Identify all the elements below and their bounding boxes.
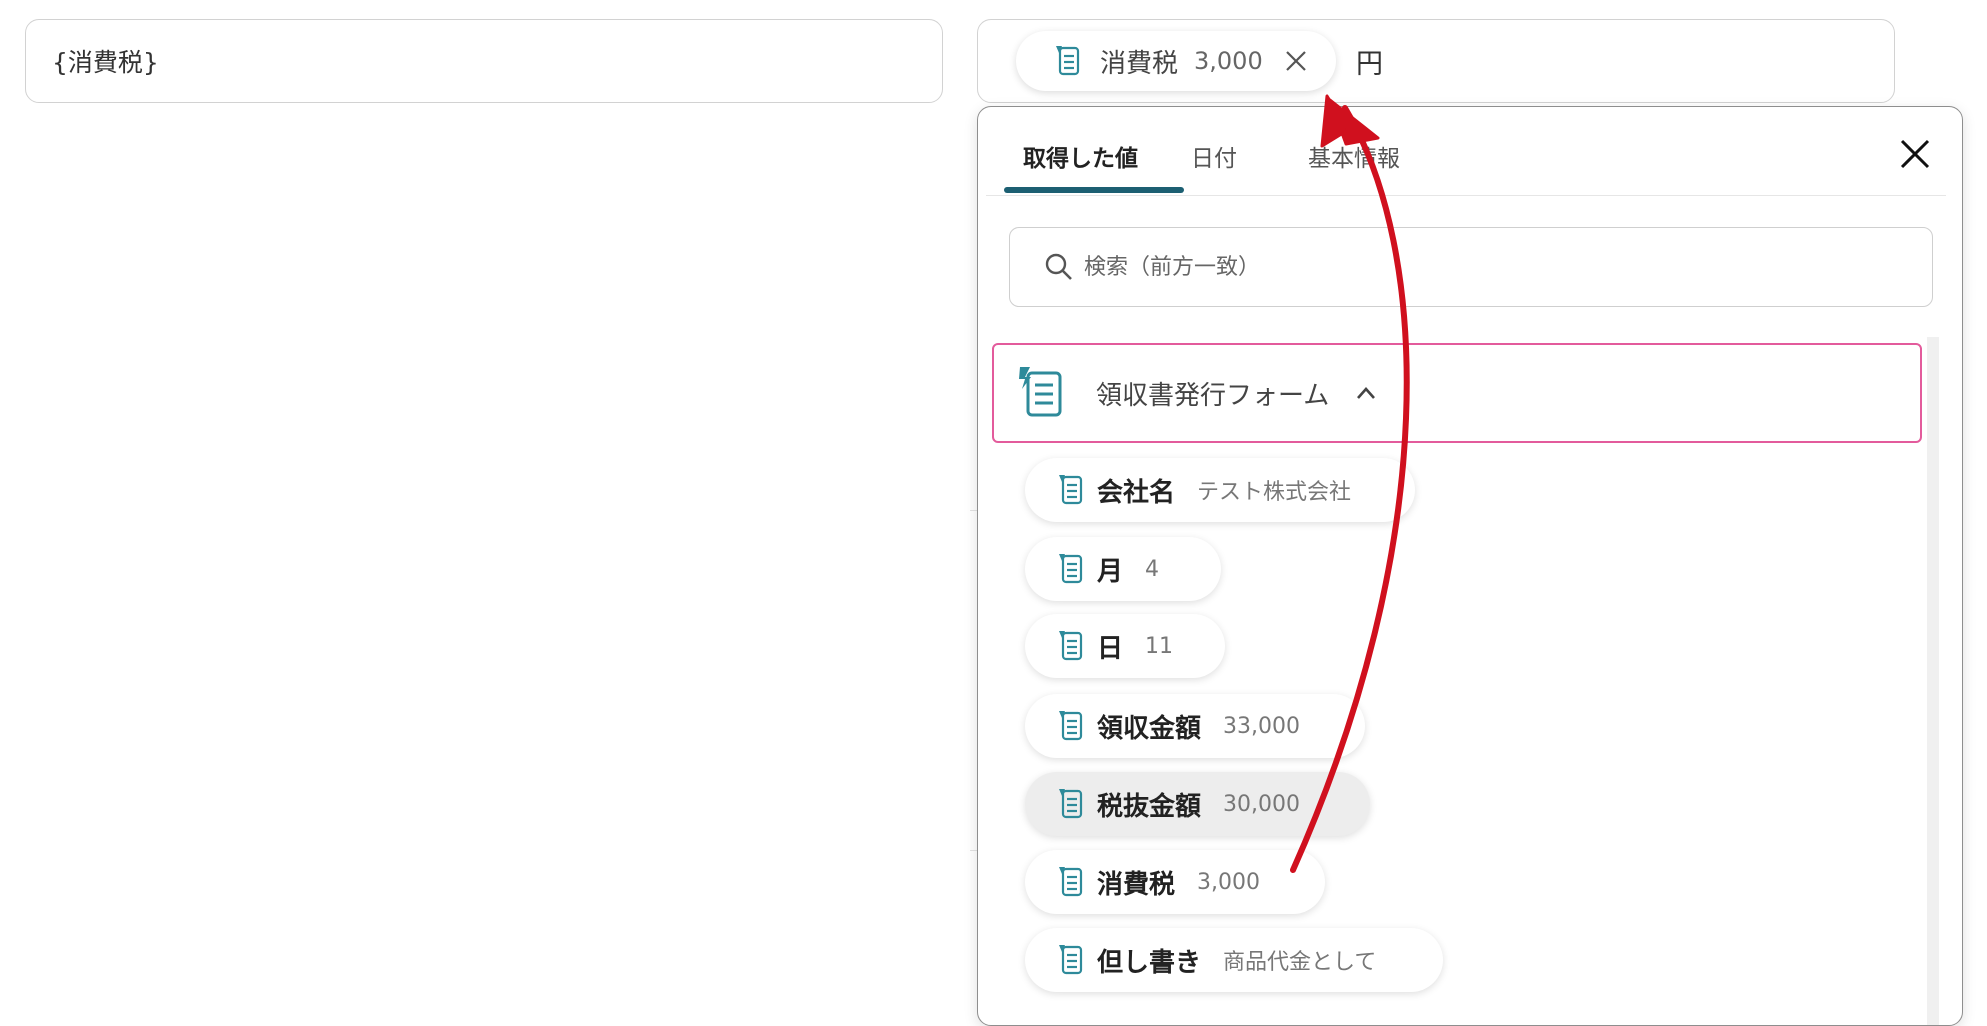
tab-basic-info[interactable]: 基本情報 — [1308, 139, 1400, 173]
tab-retrieved-values[interactable]: 取得した値 — [1023, 139, 1138, 173]
form-field-icon — [1059, 631, 1083, 661]
list-item-receipt-amount[interactable]: 領収金額 33,000 — [1025, 694, 1365, 758]
variable-field[interactable]: {消費税} — [25, 19, 943, 103]
selected-value-chip[interactable]: 消費税 3,000 — [1016, 31, 1336, 91]
form-field-icon — [1019, 367, 1062, 417]
chevron-up-icon[interactable] — [1355, 385, 1377, 401]
chip-label: 消費税 — [1100, 48, 1179, 79]
item-value: 商品代金として — [1223, 950, 1377, 975]
item-value: 11 — [1145, 633, 1174, 659]
item-value: 4 — [1145, 556, 1160, 582]
variable-field-text: {消費税} — [52, 48, 159, 77]
list-item-description[interactable]: 但し書き 商品代金として — [1025, 928, 1443, 992]
active-tab-indicator — [1004, 187, 1184, 193]
list-item-month[interactable]: 月 4 — [1025, 537, 1221, 601]
scrollbar[interactable] — [1927, 337, 1939, 1025]
list-item-company-name[interactable]: 会社名 テスト株式会社 — [1025, 458, 1415, 522]
item-value: 30,000 — [1223, 791, 1300, 817]
item-value: 33,000 — [1223, 713, 1300, 739]
list-item-day[interactable]: 日 11 — [1025, 614, 1225, 678]
search-icon — [1045, 253, 1072, 280]
item-label: 日 — [1097, 633, 1124, 664]
item-label: 税抜金額 — [1097, 791, 1202, 822]
form-field-icon — [1056, 46, 1080, 76]
search-input[interactable] — [1082, 253, 1886, 281]
list-item-consumption-tax[interactable]: 消費税 3,000 — [1025, 850, 1325, 914]
group-title: 領収書発行フォーム — [1096, 380, 1330, 411]
close-icon[interactable] — [1283, 48, 1309, 74]
item-label: 領収金額 — [1097, 713, 1202, 744]
item-label: 会社名 — [1097, 477, 1176, 508]
tab-date[interactable]: 日付 — [1191, 139, 1237, 173]
unit-label: 円 — [1356, 49, 1383, 80]
close-icon[interactable] — [1898, 137, 1932, 171]
item-label: 但し書き — [1097, 947, 1202, 978]
value-picker-panel: 取得した値 日付 基本情報 領収書発行フォーム — [977, 106, 1963, 1026]
item-label: 月 — [1097, 556, 1124, 587]
form-field-icon — [1059, 711, 1083, 741]
item-label: 消費税 — [1097, 869, 1176, 900]
form-field-icon — [1059, 945, 1083, 975]
form-field-icon — [1059, 475, 1083, 505]
item-value: テスト株式会社 — [1197, 480, 1352, 505]
form-field-icon — [1059, 867, 1083, 897]
search-box — [1009, 227, 1933, 307]
tab-bar: 取得した値 日付 基本情報 — [986, 107, 1946, 196]
list-item-pre-tax-amount[interactable]: 税抜金額 30,000 — [1025, 772, 1370, 836]
chip-value: 3,000 — [1194, 47, 1263, 75]
item-value: 3,000 — [1197, 869, 1260, 895]
form-field-icon — [1059, 789, 1083, 819]
group-header-receipt-form[interactable]: 領収書発行フォーム — [992, 343, 1922, 443]
form-field-icon — [1059, 554, 1083, 584]
